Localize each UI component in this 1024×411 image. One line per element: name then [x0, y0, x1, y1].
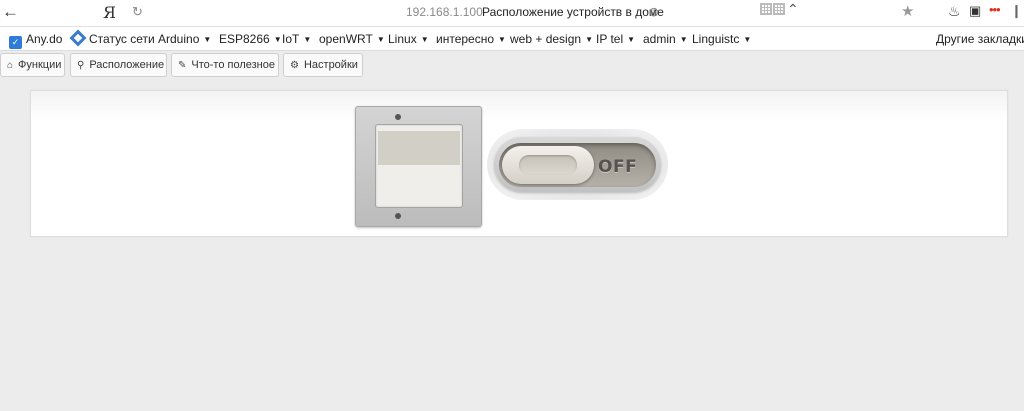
- caret-down-icon: ▼: [679, 35, 688, 44]
- bookmark-folder-esp8266[interactable]: ESP8266 ▼: [219, 32, 282, 46]
- bookmark-anydo[interactable]: ✓ Any.do: [9, 32, 62, 49]
- map-marker-icon: ⚲: [77, 60, 85, 71]
- extension-dots-icon[interactable]: •••: [989, 2, 1001, 17]
- bookmark-label: интересно: [436, 32, 495, 46]
- caret-down-icon: ▼: [627, 35, 636, 44]
- switch-screw-top: [395, 114, 401, 120]
- bookmark-network-status[interactable]: Статус сети: [69, 29, 155, 47]
- nav-label: Настройки: [303, 59, 358, 71]
- extension-radio-icon[interactable]: ▣: [969, 3, 981, 19]
- url-page-title[interactable]: Расположение устройств в доме: [482, 5, 664, 19]
- nav-label: Расположение: [89, 59, 165, 71]
- toggle-state-label: OFF: [598, 157, 638, 177]
- bookmark-label: admin: [643, 32, 676, 46]
- bookmark-label: ESP8266: [219, 32, 270, 46]
- page-grid-icon[interactable]: [773, 3, 785, 15]
- nav-label: Что-то полезное: [191, 59, 275, 71]
- bookmark-folder-linguistc[interactable]: Linguistc ▼: [692, 32, 751, 46]
- pencil-icon: ✎: [178, 60, 187, 71]
- connection-globe-icon[interactable]: ◍: [649, 5, 659, 18]
- switch-screw-bottom: [395, 213, 401, 219]
- reload-icon[interactable]: ↻: [132, 4, 143, 20]
- nav-useful-button[interactable]: ✎ Что-то полезное: [171, 53, 279, 77]
- translate-grid-icon[interactable]: [760, 3, 772, 15]
- caret-down-icon: ▼: [376, 35, 385, 44]
- bookmark-label: IP tel: [596, 32, 624, 46]
- caret-down-icon: ▼: [273, 35, 282, 44]
- bookmark-folder-openwrt[interactable]: openWRT ▼: [319, 32, 385, 46]
- bookmark-label: Linguistc: [692, 32, 740, 46]
- wall-light-switch[interactable]: [355, 106, 482, 227]
- toggle-knob-grip: [519, 155, 577, 175]
- anydo-check-icon: ✓: [9, 36, 22, 49]
- home-icon: ⌂: [7, 60, 14, 71]
- caret-down-icon: ▼: [420, 35, 429, 44]
- bookmark-folder-interesting[interactable]: интересно ▼: [436, 32, 506, 46]
- bookmark-label: Arduino: [158, 32, 200, 46]
- nav-settings-button[interactable]: ⚙ Настройки: [283, 53, 363, 77]
- extension-fire-extinguisher-icon[interactable]: ♨: [948, 3, 961, 20]
- site-nav: ⌂ Функции ⚲ Расположение ✎ Что-то полезное …: [0, 51, 1024, 77]
- back-arrow-icon[interactable]: ←: [2, 2, 22, 22]
- bookmark-folder-iot[interactable]: IoT ▼: [282, 32, 311, 46]
- switch-rocker[interactable]: [375, 124, 463, 208]
- bookmark-label: openWRT: [319, 32, 373, 46]
- nav-functions-button[interactable]: ⌂ Функции: [0, 53, 65, 77]
- bookmark-star-icon[interactable]: ★: [901, 2, 914, 20]
- url-host[interactable]: 192.168.1.100: [406, 5, 483, 19]
- bookmark-folder-arduino[interactable]: Arduino ▼: [158, 32, 211, 46]
- bookmark-label: Linux: [388, 32, 417, 46]
- bookmarks-bar: ✓ Any.do Статус сети Arduino ▼ ESP8266 ▼ Io…: [0, 27, 1024, 51]
- nav-label: Функции: [18, 59, 62, 71]
- nav-location-button[interactable]: ⚲ Расположение: [70, 53, 167, 77]
- address-bar: ← Я ↻ 192.168.1.100 Расположение устройс…: [0, 0, 1024, 27]
- bookmark-label: web + design: [510, 32, 582, 46]
- bookmark-label: Статус сети: [89, 32, 155, 46]
- chevron-up-icon[interactable]: ⌃: [787, 1, 799, 18]
- bookmark-folder-linux[interactable]: Linux ▼: [388, 32, 429, 46]
- caret-down-icon: ▼: [203, 35, 212, 44]
- bookmark-folder-ip-tel[interactable]: IP tel ▼: [596, 32, 635, 46]
- power-toggle-knob[interactable]: [502, 146, 594, 184]
- bookmark-label: Any.do: [26, 32, 63, 46]
- gear-icon: ⚙: [290, 60, 299, 71]
- bookmark-folder-admin[interactable]: admin ▼: [643, 32, 688, 46]
- bookmark-label: IoT: [282, 32, 300, 46]
- bookmark-folder-web-design[interactable]: web + design ▼: [510, 32, 593, 46]
- caret-down-icon: ▼: [585, 35, 593, 44]
- caret-down-icon: ▼: [303, 35, 312, 44]
- other-bookmarks[interactable]: Другие закладки: [936, 32, 1024, 46]
- extension-bar-icon[interactable]: ❙: [1011, 3, 1022, 19]
- switch-rocker-top: [378, 131, 460, 165]
- caret-down-icon: ▼: [743, 35, 752, 44]
- yandex-logo[interactable]: Я: [103, 3, 116, 22]
- caret-down-icon: ▼: [498, 35, 506, 44]
- network-diamond-icon: [69, 29, 87, 47]
